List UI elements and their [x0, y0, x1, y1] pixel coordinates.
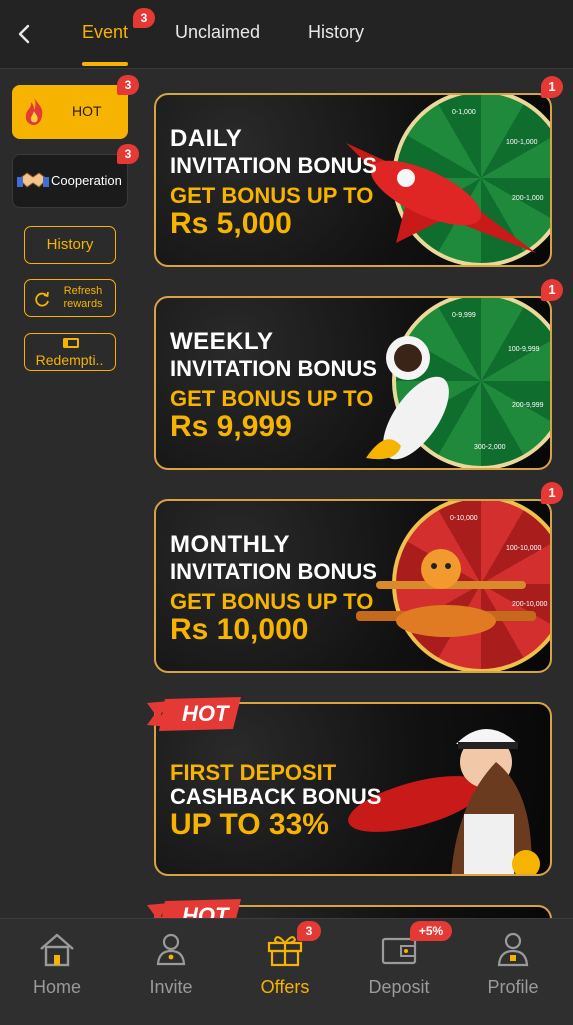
- banner-subtitle: INVITATION BONUS: [170, 559, 377, 584]
- back-arrow-icon[interactable]: [12, 20, 38, 48]
- banner-badge: 1: [541, 76, 563, 98]
- tab-history[interactable]: History: [308, 22, 364, 43]
- category-hot[interactable]: HOT: [12, 85, 128, 139]
- banner-amount: Rs 10,000: [170, 613, 309, 646]
- banner-title: FIRST DEPOSIT: [170, 760, 337, 785]
- wheel-label: 200-9,999: [512, 402, 544, 409]
- banner-subtitle: INVITATION BONUS: [170, 153, 377, 178]
- astronaut-rocket-illustration: [366, 336, 449, 460]
- banner-amount: Rs 9,999: [170, 410, 292, 443]
- bottom-navigation: Home Invite Offers 3 Deposit +5% Profile: [0, 918, 573, 1025]
- wheel-label: 300-2,000: [474, 444, 506, 451]
- category-hot-label: HOT: [72, 103, 102, 119]
- handshake-icon: [17, 172, 49, 188]
- offers-list: 0-1,000 100-1,000 200-1,000 DAILY INVITA…: [142, 69, 573, 918]
- refresh-icon: [35, 291, 49, 307]
- invite-icon: [156, 933, 186, 966]
- category-cooperation-badge: 3: [117, 144, 139, 164]
- redemption-button[interactable]: Redempti..: [24, 333, 116, 371]
- tab-event[interactable]: Event: [82, 22, 128, 43]
- history-button[interactable]: History: [24, 226, 116, 264]
- nav-offers[interactable]: Offers: [228, 919, 342, 1025]
- hot-ribbon-label: HOT: [182, 701, 229, 726]
- weekly-invitation-bonus-banner[interactable]: 0-9,999 100-9,999 200-9,999 300-2,000 WE…: [154, 296, 552, 470]
- refresh-rewards-button[interactable]: Refresh rewards: [24, 279, 116, 317]
- banner-offer-text: GET BONUS UP TO: [170, 183, 374, 208]
- nav-home[interactable]: Home: [0, 919, 114, 1025]
- wheel-label: 100-9,999: [508, 346, 540, 353]
- deposit-bonus-badge: +5%: [410, 921, 452, 941]
- home-icon: [40, 933, 74, 967]
- banner-offer-text: GET BONUS UP TO: [170, 386, 374, 411]
- nav-invite[interactable]: Invite: [114, 919, 228, 1025]
- monthly-invitation-bonus-banner[interactable]: 0-10,000 100-10,000 200-10,000 MONTHLY I…: [154, 499, 552, 673]
- offers-badge: 3: [297, 921, 321, 941]
- refresh-rewards-label: Refresh rewards: [63, 285, 103, 310]
- wheel-label: 0-1,000: [452, 109, 476, 116]
- category-hot-badge: 3: [117, 75, 139, 95]
- category-cooperation[interactable]: Cooperation: [12, 154, 128, 208]
- redemption-label: Redempti..: [35, 352, 104, 368]
- nav-home-label: Home: [32, 977, 81, 997]
- nav-invite-label: Invite: [149, 977, 193, 997]
- banner-subtitle: CASHBACK BONUS: [170, 784, 382, 809]
- nav-deposit-label: Deposit: [368, 977, 430, 997]
- nav-profile-label: Profile: [487, 977, 539, 997]
- banner-amount: Rs 5,000: [170, 207, 292, 240]
- wheel-label: 0-10,000: [450, 515, 478, 522]
- banner-offer-text: GET BONUS UP TO: [170, 589, 374, 614]
- daily-invitation-bonus-banner[interactable]: 0-1,000 100-1,000 200-1,000 DAILY INVITA…: [154, 93, 552, 267]
- ticket-icon: [63, 338, 79, 348]
- banner-subtitle: INVITATION BONUS: [170, 356, 377, 381]
- active-tab-indicator: [82, 62, 128, 66]
- event-tab-badge: 3: [133, 8, 155, 28]
- banner-badge: 1: [541, 482, 563, 504]
- banner-title: MONTHLY: [170, 531, 290, 558]
- banner-offer-text: UP TO 33%: [170, 808, 329, 841]
- nav-offers-label: Offers: [260, 977, 310, 997]
- tab-unclaimed[interactable]: Unclaimed: [175, 22, 260, 43]
- hot-ribbon-label: HOT: [182, 903, 229, 918]
- banner-title: WEEKLY: [170, 328, 274, 355]
- profile-icon: [497, 932, 529, 967]
- banner-title: DAILY: [170, 125, 243, 152]
- nav-profile[interactable]: Profile: [456, 919, 570, 1025]
- banner-badge: 1: [541, 279, 563, 301]
- top-bar: Event 3 Unclaimed History: [0, 0, 573, 69]
- flame-icon: [25, 97, 43, 125]
- category-sidebar: HOT 3 Cooperation 3 History Refresh rewa…: [0, 69, 142, 918]
- category-cooperation-label: Cooperation: [51, 173, 122, 188]
- wheel-label: 0-9,999: [452, 312, 476, 319]
